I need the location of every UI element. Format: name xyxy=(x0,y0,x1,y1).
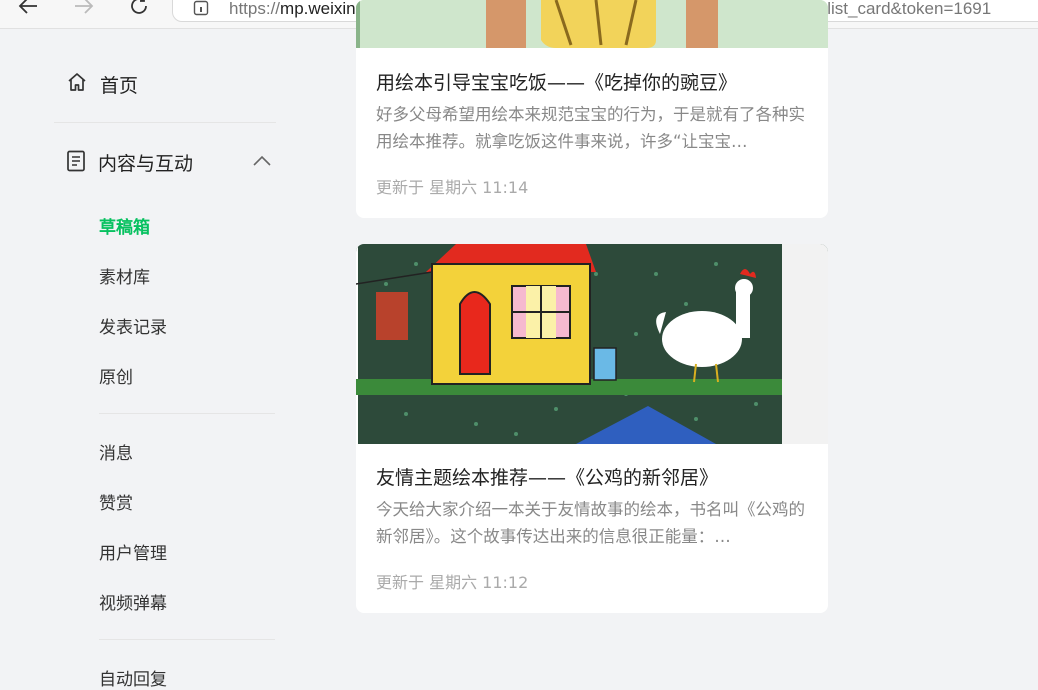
sidebar-item-publish-records[interactable]: 发表记录 xyxy=(99,313,167,338)
sidebar-item-materials[interactable]: 素材库 xyxy=(99,263,150,288)
sidebar-item-user-management[interactable]: 用户管理 xyxy=(99,539,167,564)
document-icon xyxy=(66,150,86,176)
sidebar-group-label: 内容与互动 xyxy=(98,153,194,175)
draft-card[interactable]: 用绘本引导宝宝吃饭——《吃掉你的豌豆》 好多父母希望用绘本来规范宝宝的行为，于是… xyxy=(356,0,828,218)
card-cover-image xyxy=(356,0,828,48)
sidebar-item-original[interactable]: 原创 xyxy=(99,363,133,388)
draft-card[interactable]: 友情主题绘本推荐——《公鸡的新邻居》 今天给大家介绍一本关于友情故事的绘本，书名… xyxy=(356,244,828,613)
sidebar-item-home[interactable]: 首页 xyxy=(66,71,138,98)
sidebar-divider xyxy=(54,122,276,123)
site-info-icon[interactable] xyxy=(193,0,209,20)
sidebar-home-label: 首页 xyxy=(100,75,139,97)
sidebar-group-content[interactable]: 内容与互动 xyxy=(66,149,272,176)
sidebar-item-video-danmaku[interactable]: 视频弹幕 xyxy=(99,589,167,614)
card-description: 好多父母希望用绘本来规范宝宝的行为，于是就有了各种实用绘本推荐。就拿吃饭这件事来… xyxy=(376,105,805,151)
url-prefix: https:// xyxy=(229,0,281,18)
card-cover-image xyxy=(356,244,828,444)
card-updated-time: 更新于 星期六 11:12 xyxy=(376,573,529,592)
sidebar-divider xyxy=(99,413,275,414)
forward-arrow-icon[interactable] xyxy=(70,0,98,20)
home-icon xyxy=(66,71,88,98)
card-title[interactable]: 友情主题绘本推荐——《公鸡的新邻居》 xyxy=(376,463,718,490)
chevron-up-icon[interactable] xyxy=(252,152,272,171)
card-title[interactable]: 用绘本引导宝宝吃饭——《吃掉你的豌豆》 xyxy=(376,68,737,95)
card-updated-time: 更新于 星期六 11:14 xyxy=(376,178,529,197)
sidebar-item-appreciation[interactable]: 赞赏 xyxy=(99,489,133,514)
reload-icon[interactable] xyxy=(125,0,153,20)
sidebar-item-drafts[interactable]: 草稿箱 xyxy=(99,213,150,238)
sidebar-divider xyxy=(99,639,275,640)
sidebar-item-messages[interactable]: 消息 xyxy=(99,439,133,464)
sidebar: 首页 内容与互动 草稿箱 素材库 发表记录 原创 消息 赞赏 用户管理 视频弹幕… xyxy=(0,29,330,690)
sidebar-item-auto-reply[interactable]: 自动回复 xyxy=(99,665,167,690)
card-description: 今天给大家介绍一本关于友情故事的绘本，书名叫《公鸡的新邻居》。这个故事传达出来的… xyxy=(376,500,805,546)
back-arrow-icon[interactable] xyxy=(14,0,42,20)
